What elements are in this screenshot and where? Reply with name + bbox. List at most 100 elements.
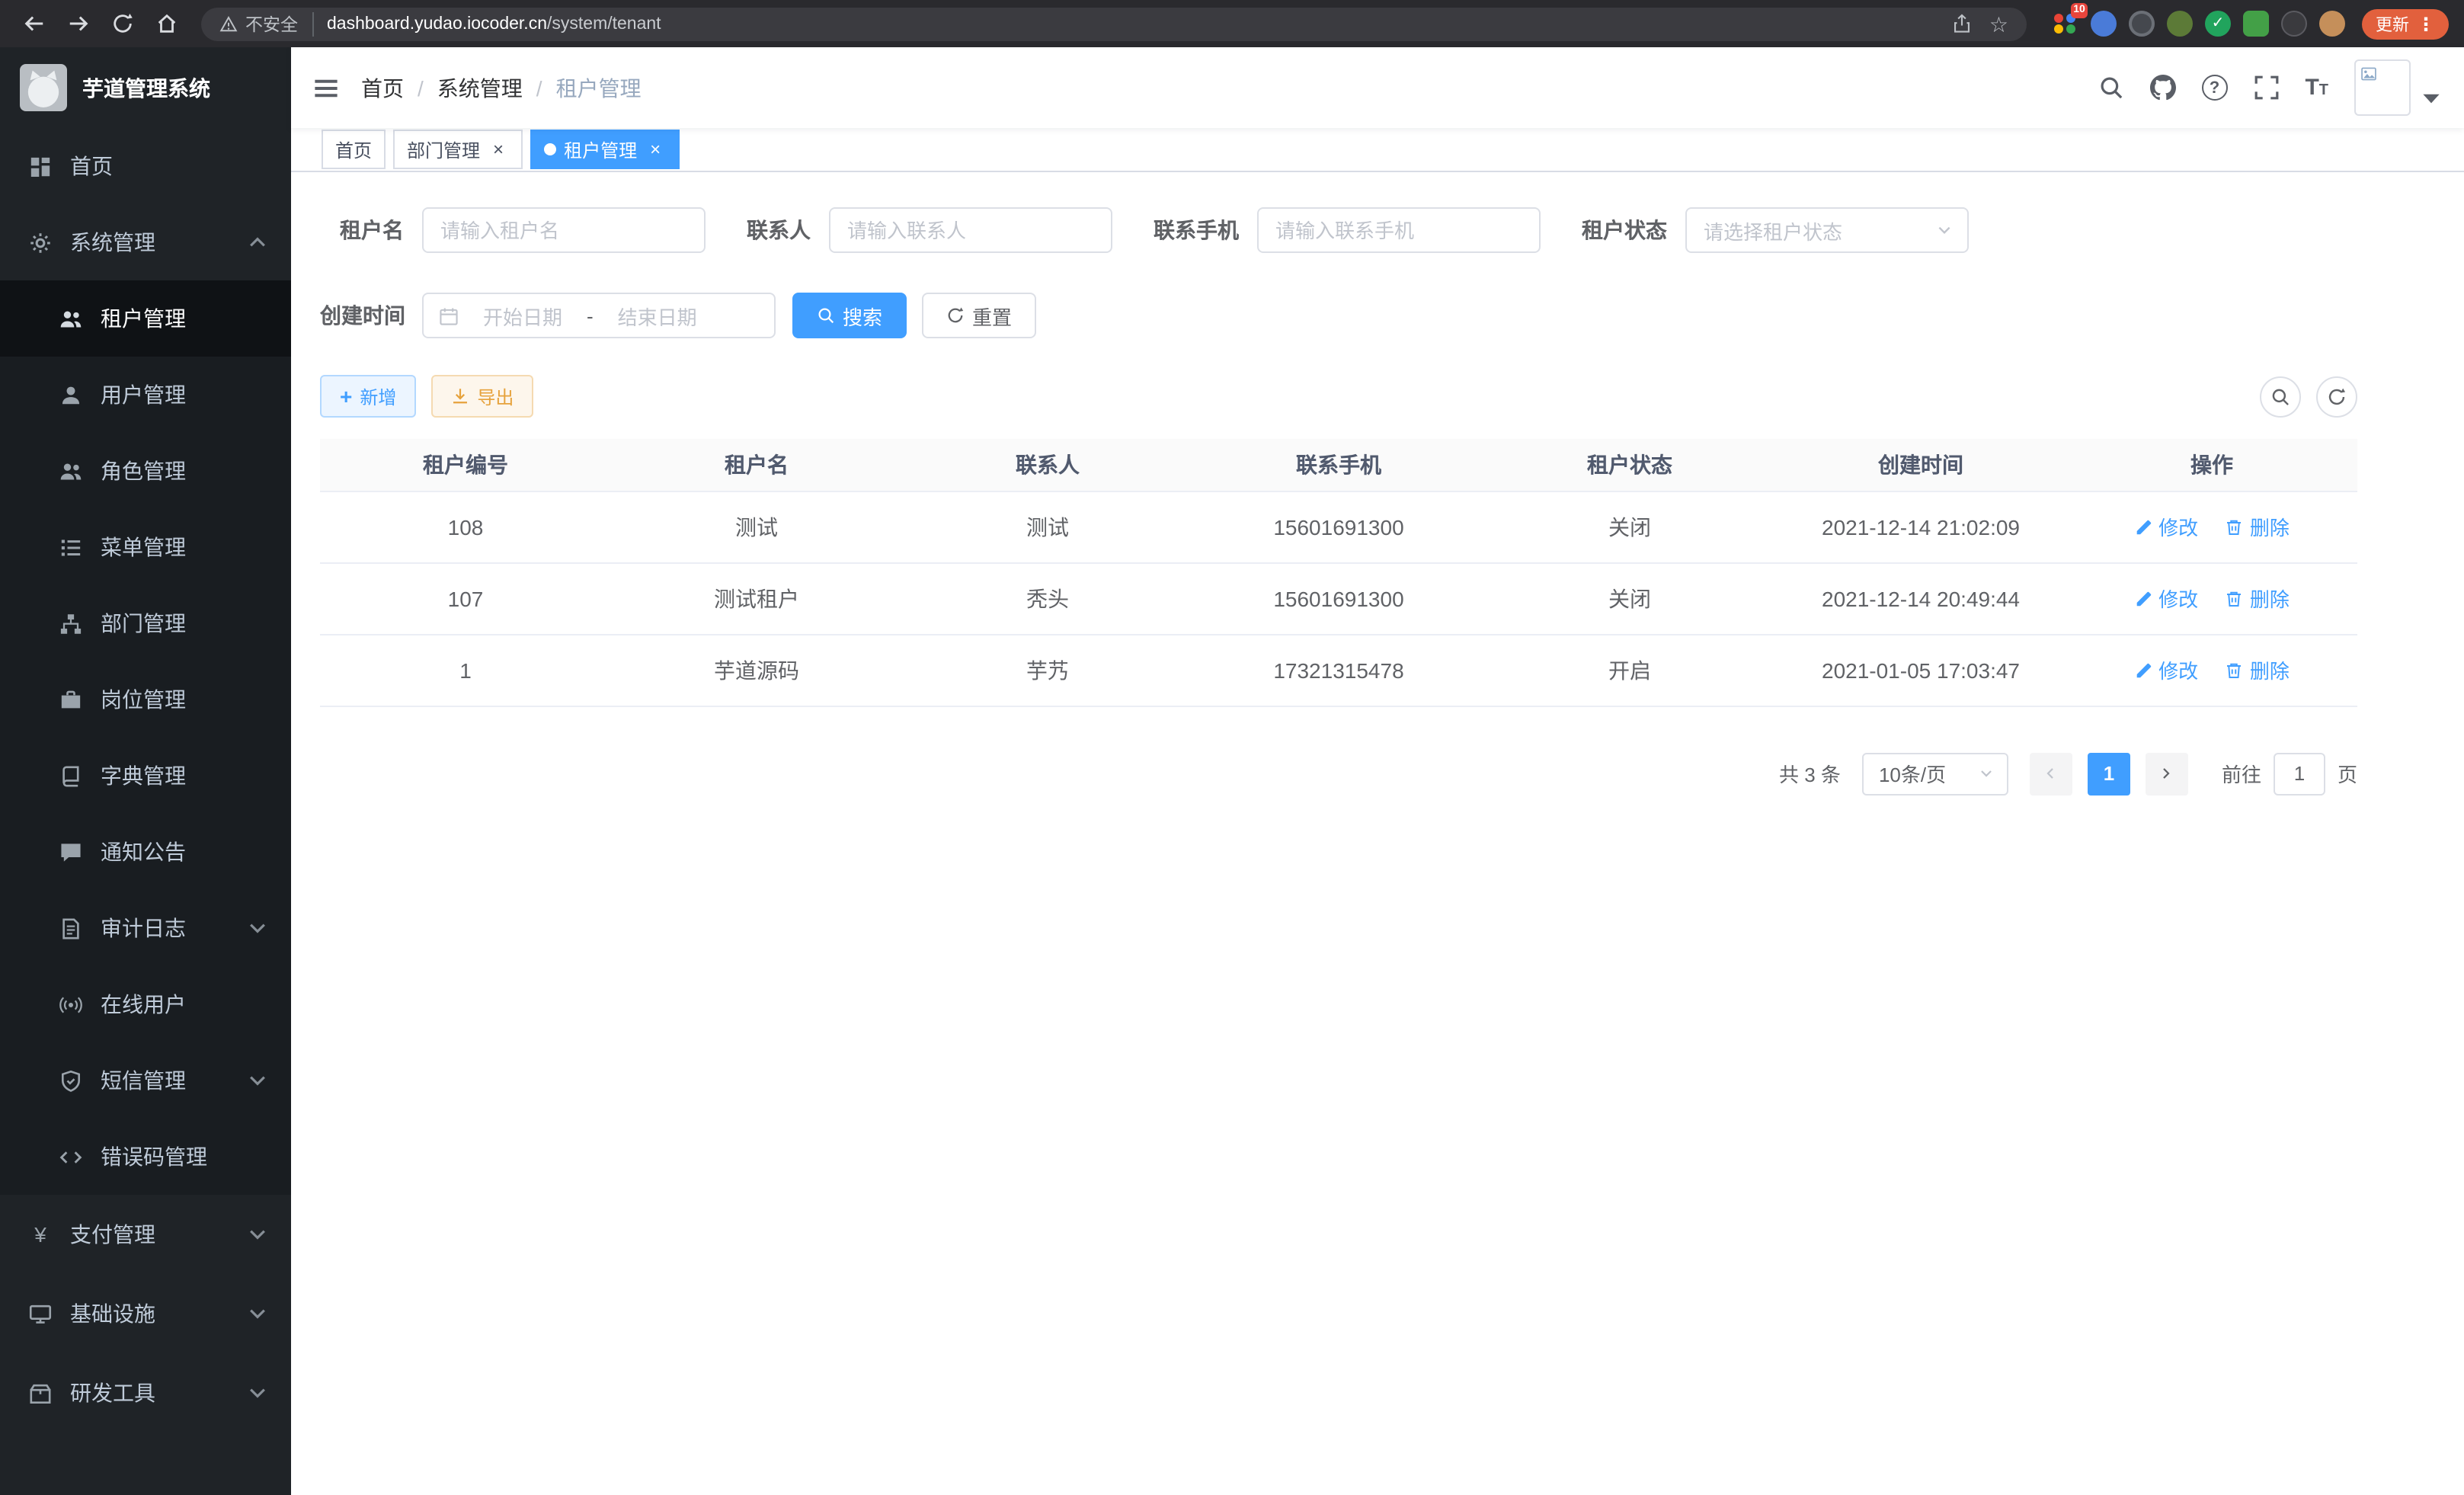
edit-link[interactable]: 修改 bbox=[2134, 655, 2198, 684]
extension-green-square-icon[interactable] bbox=[2243, 11, 2269, 37]
sidebar-item-menu-management[interactable]: 菜单管理 bbox=[0, 509, 291, 585]
table-row: 1 芋道源码 芋艿 17321315478 开启 2021-01-05 17:0… bbox=[320, 634, 2357, 706]
delete-link[interactable]: 删除 bbox=[2226, 655, 2290, 684]
breadcrumb-current: 租户管理 bbox=[556, 72, 642, 103]
delete-link[interactable]: 删除 bbox=[2226, 512, 2290, 541]
sidebar-collapse-icon[interactable] bbox=[291, 74, 361, 101]
browser-update-button[interactable]: 更新 ⋮ bbox=[2362, 8, 2449, 39]
sidebar-item-tenant-management[interactable]: 租户管理 bbox=[0, 280, 291, 357]
tab-home[interactable]: 首页 bbox=[322, 130, 386, 169]
sidebar-item-home[interactable]: 首页 bbox=[0, 128, 291, 204]
status-select[interactable]: 请选择租户状态 bbox=[1685, 207, 1969, 253]
delete-link[interactable]: 删除 bbox=[2226, 584, 2290, 613]
sidebar-item-sms-management[interactable]: 短信管理 bbox=[0, 1042, 291, 1119]
edit-link[interactable]: 修改 bbox=[2134, 512, 2198, 541]
forward-icon[interactable] bbox=[59, 5, 96, 42]
edit-icon bbox=[2134, 661, 2152, 679]
cell-contact: 秃头 bbox=[902, 562, 1193, 634]
chevron-down-icon bbox=[1935, 221, 1954, 239]
close-icon[interactable]: × bbox=[645, 139, 666, 160]
cell-created: 2021-01-05 17:03:47 bbox=[1775, 634, 2066, 706]
bookmark-star-icon[interactable]: ☆ bbox=[1989, 13, 2008, 34]
search-button[interactable]: 搜索 bbox=[792, 293, 907, 338]
breadcrumb-home[interactable]: 首页 bbox=[361, 72, 404, 103]
sidebar-item-dept-management[interactable]: 部门管理 bbox=[0, 585, 291, 661]
page-root: 不安全 dashboard.yudao.iocoder.cn/system/te… bbox=[0, 0, 2464, 1495]
sidebar-item-role-management[interactable]: 角色管理 bbox=[0, 433, 291, 509]
security-indicator[interactable]: 不安全 bbox=[219, 11, 313, 36]
roles-icon bbox=[59, 459, 82, 482]
extension-dots-icon[interactable]: 10 bbox=[2053, 11, 2078, 37]
profile-avatar-icon[interactable] bbox=[2319, 11, 2345, 37]
sidebar-item-dev-tools[interactable]: 研发工具 bbox=[0, 1353, 291, 1433]
chevron-down-icon bbox=[245, 1222, 270, 1247]
download-icon bbox=[451, 387, 469, 405]
extension-olive-icon[interactable] bbox=[2167, 11, 2193, 37]
user-avatar-menu[interactable] bbox=[2354, 59, 2444, 116]
sidebar-item-label: 通知公告 bbox=[101, 837, 186, 867]
sidebar-item-label: 部门管理 bbox=[101, 608, 186, 639]
tenant-table: 租户编号 租户名 联系人 联系手机 租户状态 创建时间 操作 108 测试 bbox=[320, 439, 2357, 706]
refresh-table-button[interactable] bbox=[2316, 376, 2357, 417]
header-search-icon[interactable] bbox=[2098, 75, 2123, 101]
page-size-select[interactable]: 10条/页 bbox=[1862, 752, 2008, 795]
help-icon[interactable]: ? bbox=[2201, 75, 2227, 101]
fullscreen-icon[interactable] bbox=[2253, 75, 2279, 101]
address-bar[interactable]: 不安全 dashboard.yudao.iocoder.cn/system/te… bbox=[201, 7, 2027, 40]
tab-tenant-management[interactable]: 租户管理 × bbox=[530, 130, 680, 169]
browser-extensions: 10 ✓ bbox=[2053, 11, 2345, 37]
add-button[interactable]: + 新增 bbox=[320, 375, 416, 418]
sidebar-item-label: 支付管理 bbox=[70, 1219, 155, 1250]
back-icon[interactable] bbox=[15, 5, 52, 42]
phone-input[interactable] bbox=[1257, 207, 1541, 253]
sidebar-item-infrastructure[interactable]: 基础设施 bbox=[0, 1274, 291, 1353]
sidebar-item-payment-management[interactable]: ¥ 支付管理 bbox=[0, 1195, 291, 1274]
page-number-1[interactable]: 1 bbox=[2088, 752, 2130, 795]
code-icon bbox=[59, 1145, 82, 1168]
extension-green-check-icon[interactable]: ✓ bbox=[2205, 11, 2231, 37]
extension-dark-icon[interactable] bbox=[2129, 11, 2155, 37]
cell-phone: 15601691300 bbox=[1193, 491, 1484, 562]
browser-home-icon[interactable] bbox=[148, 5, 184, 42]
reset-button[interactable]: 重置 bbox=[922, 293, 1036, 338]
sidebar-item-user-management[interactable]: 用户管理 bbox=[0, 357, 291, 433]
cell-phone: 17321315478 bbox=[1193, 634, 1484, 706]
tab-label: 租户管理 bbox=[564, 136, 637, 162]
status-select-placeholder: 请选择租户状态 bbox=[1704, 216, 1935, 245]
sidebar-item-error-code-management[interactable]: 错误码管理 bbox=[0, 1119, 291, 1195]
sidebar-item-label: 审计日志 bbox=[101, 913, 186, 943]
date-range-picker[interactable]: 开始日期 - 结束日期 bbox=[422, 293, 776, 338]
book-icon bbox=[59, 764, 82, 787]
tenant-name-input[interactable] bbox=[422, 207, 706, 253]
font-size-icon[interactable]: TT bbox=[2305, 76, 2328, 99]
next-page-button[interactable] bbox=[2146, 752, 2188, 795]
prev-page-button[interactable] bbox=[2030, 752, 2072, 795]
column-header: 操作 bbox=[2066, 439, 2357, 491]
breadcrumb-system[interactable]: 系统管理 bbox=[437, 72, 523, 103]
date-separator: - bbox=[587, 304, 594, 327]
tab-dept-management[interactable]: 部门管理 × bbox=[393, 130, 523, 169]
tab-label: 部门管理 bbox=[407, 136, 480, 162]
close-icon[interactable]: × bbox=[488, 139, 509, 160]
chevron-down-icon bbox=[245, 1301, 270, 1326]
extension-blue-icon[interactable] bbox=[2091, 11, 2117, 37]
edit-link[interactable]: 修改 bbox=[2134, 584, 2198, 613]
sidebar-item-system-management[interactable]: 系统管理 bbox=[0, 204, 291, 280]
sidebar-item-dict-management[interactable]: 字典管理 bbox=[0, 738, 291, 814]
extension-puzzle-icon[interactable] bbox=[2281, 11, 2307, 37]
browser-menu-icon[interactable]: ⋮ bbox=[2417, 13, 2435, 34]
sidebar-item-post-management[interactable]: 岗位管理 bbox=[0, 661, 291, 738]
chevron-down-icon bbox=[245, 916, 270, 940]
sidebar-item-online-users[interactable]: 在线用户 bbox=[0, 966, 291, 1042]
github-icon[interactable] bbox=[2149, 75, 2175, 101]
sidebar-item-notice[interactable]: 通知公告 bbox=[0, 814, 291, 890]
yen-icon: ¥ bbox=[29, 1222, 52, 1247]
goto-page-input[interactable] bbox=[2274, 752, 2325, 795]
export-button[interactable]: 导出 bbox=[431, 375, 533, 418]
sidebar-item-audit-log[interactable]: 审计日志 bbox=[0, 890, 291, 966]
show-search-toggle-button[interactable] bbox=[2260, 376, 2301, 417]
reload-icon[interactable] bbox=[104, 5, 140, 42]
contact-input[interactable] bbox=[829, 207, 1112, 253]
share-icon[interactable] bbox=[1953, 14, 1973, 34]
chevron-down-icon bbox=[1978, 765, 1995, 782]
